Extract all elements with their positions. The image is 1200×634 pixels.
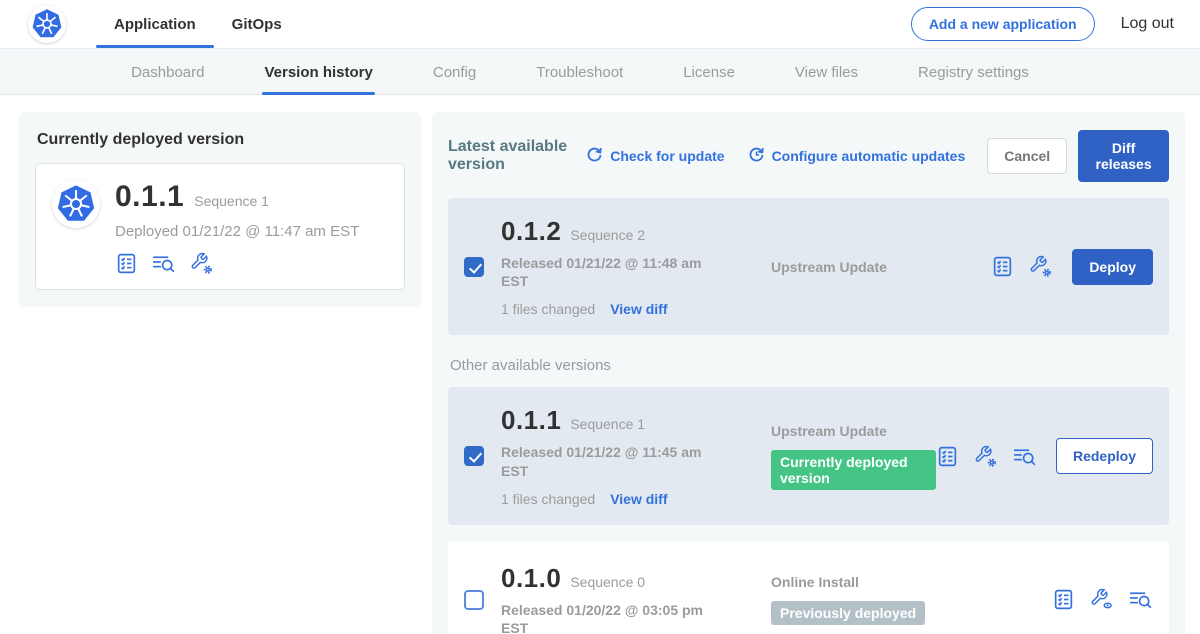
version-source: Online Install [771,574,1052,590]
version-checkbox[interactable] [464,446,484,466]
configure-auto-updates-link[interactable]: Configure automatic updates [747,145,966,167]
top-nav: Application GitOps Add a new application… [0,0,1200,48]
version-number: 0.1.0 [501,563,561,594]
check-for-update-link[interactable]: Check for update [585,145,724,167]
files-changed: 1 files changed [501,301,595,317]
deployed-timestamp: Deployed 01/21/22 @ 11:47 am EST [115,223,359,240]
version-source: Upstream Update [771,259,991,275]
files-changed: 1 files changed [501,491,595,507]
preflight-checklist-icon[interactable] [115,252,138,275]
released-timestamp: Released 01/20/22 @ 03:05 pm EST [501,601,707,634]
deploy-logs-icon[interactable] [1128,588,1153,611]
preflight-checklist-icon[interactable] [936,445,959,468]
version-row-0-1-0: 0.1.0 Sequence 0 Released 01/20/22 @ 03:… [448,541,1169,634]
view-diff-link[interactable]: View diff [610,491,667,507]
tab-config[interactable]: Config [433,49,476,95]
version-number: 0.1.2 [501,216,561,247]
tab-dashboard[interactable]: Dashboard [131,49,204,95]
currently-deployed-panel: Currently deployed version [19,112,421,307]
config-view-icon[interactable] [1089,588,1114,611]
add-application-button[interactable]: Add a new application [911,7,1095,41]
tab-license[interactable]: License [683,49,735,95]
preflight-checklist-icon[interactable] [991,255,1014,278]
tab-gitops[interactable]: GitOps [214,0,300,48]
deployed-sequence: Sequence 1 [194,193,269,209]
cancel-button[interactable]: Cancel [987,138,1067,174]
version-row-0-1-1: 0.1.1 Sequence 1 Released 01/21/22 @ 11:… [448,387,1169,524]
version-checkbox[interactable] [464,590,484,610]
version-checkbox[interactable] [464,257,484,277]
version-sequence: Sequence 0 [570,574,645,590]
deploy-logs-icon[interactable] [151,252,176,275]
deploy-button[interactable]: Deploy [1072,249,1153,285]
auto-update-clock-icon [747,145,766,167]
deployed-version-number: 0.1.1 [115,180,184,214]
kubernetes-logo-icon [28,5,66,43]
version-source: Upstream Update [771,423,936,439]
preflight-checklist-icon[interactable] [1052,588,1075,611]
tab-registry-settings[interactable]: Registry settings [918,49,1029,95]
version-number: 0.1.1 [501,405,561,436]
tab-troubleshoot[interactable]: Troubleshoot [536,49,623,95]
refresh-icon [585,145,604,167]
version-row-0-1-2: 0.1.2 Sequence 2 Released 01/21/22 @ 11:… [448,198,1169,335]
config-gear-icon[interactable] [1028,255,1053,278]
sub-nav: Dashboard Version history Config Trouble… [0,48,1200,95]
currently-deployed-badge: Currently deployed version [771,450,936,490]
redeploy-button[interactable]: Redeploy [1056,438,1153,474]
currently-deployed-title: Currently deployed version [37,131,405,149]
latest-available-title: Latest available version [448,138,571,174]
deploy-logs-icon[interactable] [1012,445,1037,468]
diff-releases-button[interactable]: Diff releases [1078,130,1169,182]
released-timestamp: Released 01/21/22 @ 11:45 am EST [501,443,707,479]
config-gear-icon[interactable] [973,445,998,468]
logout-link[interactable]: Log out [1121,15,1174,33]
available-versions-panel: Latest available version Check for updat… [432,112,1185,634]
top-nav-tabs: Application GitOps [96,0,300,48]
config-gear-icon[interactable] [189,252,214,275]
tab-application[interactable]: Application [96,0,214,48]
tab-view-files[interactable]: View files [795,49,858,95]
version-sequence: Sequence 1 [570,416,645,432]
tab-version-history[interactable]: Version history [264,49,372,95]
kubernetes-app-icon [52,180,100,228]
version-sequence: Sequence 2 [570,227,645,243]
released-timestamp: Released 01/21/22 @ 11:48 am EST [501,254,707,290]
deployed-version-card: 0.1.1 Sequence 1 Deployed 01/21/22 @ 11:… [35,163,405,290]
previously-deployed-badge: Previously deployed [771,601,925,625]
view-diff-link[interactable]: View diff [610,301,667,317]
other-versions-title: Other available versions [450,357,1167,374]
